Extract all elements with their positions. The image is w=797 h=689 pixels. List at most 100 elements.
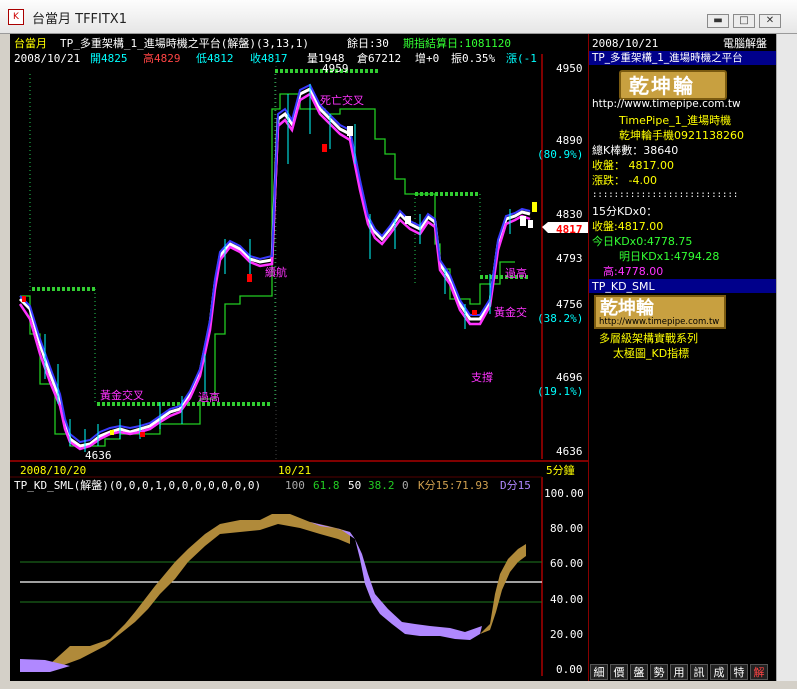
time-period: 5分鐘: [546, 464, 575, 477]
sidebar-button-price[interactable]: 價: [610, 664, 628, 680]
indicator-name: TP_KD_SML(解盤)(0,0,0,1,0,0,0,0,0,0,0): [14, 479, 262, 492]
sidebar-button-trend[interactable]: 勢: [650, 664, 668, 680]
indicator-axis-label: 60.00: [550, 557, 584, 570]
kd-lavender-area: [310, 522, 482, 640]
annotation-continue: 續航: [265, 266, 287, 279]
sidebar-panel2-url: http://www.timepipe.com.tw: [599, 317, 720, 327]
price-label: 4950: [556, 62, 583, 75]
kd-gold-right: [480, 544, 526, 634]
indicator-v0: 0: [402, 479, 409, 492]
annotation-golden-cross-right: 黃金交: [494, 306, 527, 319]
sidebar-series-line1: 多層級架構實戰系列: [599, 332, 698, 345]
annotation-pass-high-left: 過高: [198, 391, 220, 404]
price-label: 4830: [556, 208, 583, 221]
sidebar-title: 電腦解盤: [723, 37, 767, 50]
close-button[interactable]: ✕: [759, 14, 781, 28]
indicator-v382: 38.2: [368, 479, 395, 492]
price-label: 4890: [556, 134, 583, 147]
app-window: K 台當月 TFFITX1 ▬ □ ✕ 台當月 TP_多重架構_1_進場時機之平…: [0, 0, 797, 689]
sidebar-logo-text: 乾坤輪: [629, 74, 695, 98]
current-price-label: 4817: [556, 223, 583, 236]
header-amplitude: 振0.35%: [451, 52, 496, 65]
sidebar-kd-tomorrow: 明日KDx1:4794.28: [619, 250, 720, 263]
sidebar-bar-count: 總K棒數：38640: [592, 144, 679, 157]
indicator-axis-label: 20.00: [550, 628, 584, 641]
price-label: 4636: [556, 445, 583, 458]
indicator-axis-label: 40.00: [550, 593, 584, 606]
sidebar-strategy: TP_多重架構_1_進場時機之平台: [592, 52, 743, 64]
annotation-peak-value: 4959: [322, 62, 349, 75]
header-strategy: TP_多重架構_1_進場時機之平台(解盤)(3,13,1): [60, 37, 309, 50]
sidebar-panel2-logo-text: 乾坤輪: [600, 298, 654, 319]
window-title: 台當月 TFFITX1: [32, 12, 127, 27]
header-low: 低4812: [196, 52, 234, 65]
header-high: 高4829: [143, 52, 181, 65]
indicator-d15: D分15: [500, 479, 531, 492]
header-change: 漲(-1: [506, 52, 537, 65]
kd-gold-area: [20, 514, 350, 670]
annotation-death-cross: 死亡交叉: [320, 94, 364, 107]
sidebar-button-special[interactable]: 特: [730, 664, 748, 680]
annotation-support: 支撐: [471, 371, 493, 384]
sidebar-panel2-logo: 乾坤輪 http://www.timepipe.com.tw: [594, 295, 726, 329]
price-label: 4756: [556, 298, 583, 311]
sidebar-button-detail[interactable]: 細: [590, 664, 608, 680]
header-expiry: 期指結算日:1081120: [403, 37, 511, 50]
header-oi: 倉67212: [357, 52, 402, 65]
maximize-button[interactable]: □: [733, 14, 755, 28]
sidebar-logo: 乾坤輪: [619, 70, 727, 100]
fib-label: (80.9%): [537, 148, 584, 161]
indicator-axis-label: 0.00: [556, 663, 583, 676]
time-label-left: 2008/10/20: [20, 464, 87, 477]
chart-app-icon: K: [8, 9, 24, 25]
sidebar-kd-title: 15分KDx0：: [592, 205, 658, 218]
sidebar-panel2-title: TP_KD_SML: [592, 280, 655, 293]
header-open: 開4825: [90, 52, 128, 65]
header-oi-change: 增+0: [415, 52, 440, 65]
chart-area[interactable]: 台當月 TP_多重架構_1_進場時機之平台(解盤)(3,13,1) 餘日:30 …: [10, 34, 588, 681]
annotation-low-value: 4636: [85, 449, 112, 462]
sidebar-close: 收盤： 4817.00: [592, 159, 674, 172]
indicator-k15: K分15:71.93: [418, 479, 489, 492]
left-frame: [0, 34, 10, 681]
sidebar-kd-close: 收盤:4817.00: [592, 220, 664, 233]
sidebar-button-market[interactable]: 盤: [630, 664, 648, 680]
title-bar: K 台當月 TFFITX1 ▬ □ ✕: [0, 0, 797, 34]
sidebar-kd-high: 高:4778.00: [603, 265, 664, 278]
indicator-v100: 100: [285, 479, 305, 492]
platform-levels: [32, 69, 528, 406]
sidebar-divider: :::::::::::::::::::::::::::: [592, 190, 739, 200]
sidebar-button-analysis[interactable]: 解: [750, 664, 768, 680]
indicator-v618: 61.8: [313, 479, 340, 492]
sidebar-series-line2: 太極圖_KD指標: [613, 347, 690, 360]
header-close: 收4817: [250, 52, 288, 65]
bottom-frame: [0, 681, 797, 689]
analysis-sidebar: 2008/10/21 電腦解盤 TP_多重架構_1_進場時機之平台 乾坤輪 ht…: [588, 34, 787, 681]
sidebar-button-use[interactable]: 用: [670, 664, 688, 680]
indicator-v50: 50: [348, 479, 362, 492]
indicator-axis-label: 100.00: [544, 487, 584, 500]
header-remaining: 餘日:30: [347, 37, 389, 50]
stop-levels-vertical: [29, 74, 481, 404]
sidebar-kd-today: 今日KDx0:4778.75: [592, 235, 693, 248]
sidebar-change: 漲跌： -4.00: [592, 174, 657, 187]
price-label: 4793: [556, 252, 583, 265]
price-label: 4696: [556, 371, 583, 384]
sidebar-button-volume[interactable]: 成: [710, 664, 728, 680]
minimize-button[interactable]: ▬: [707, 14, 729, 28]
fib-label: (38.2%): [537, 312, 584, 325]
header-symbol: 台當月: [14, 37, 47, 50]
indicator-axis-label: 80.00: [550, 522, 584, 535]
sidebar-phone: 乾坤輪手機0921138260: [619, 129, 744, 142]
vertical-scrollbar[interactable]: [776, 34, 797, 689]
sidebar-url: http://www.timepipe.com.tw: [592, 98, 741, 110]
indicator-gridlines: [20, 561, 542, 603]
fib-label: (19.1%): [537, 385, 584, 398]
time-label-mid: 10/21: [278, 464, 312, 477]
chart-canvas[interactable]: [10, 34, 588, 681]
sidebar-brand: TimePipe_1_進場時機: [619, 114, 732, 127]
sidebar-date: 2008/10/21: [592, 37, 659, 50]
annotation-golden-cross-left: 黃金交叉: [100, 389, 144, 402]
sidebar-button-signal[interactable]: 訊: [690, 664, 708, 680]
header-date: 2008/10/21: [14, 52, 81, 65]
